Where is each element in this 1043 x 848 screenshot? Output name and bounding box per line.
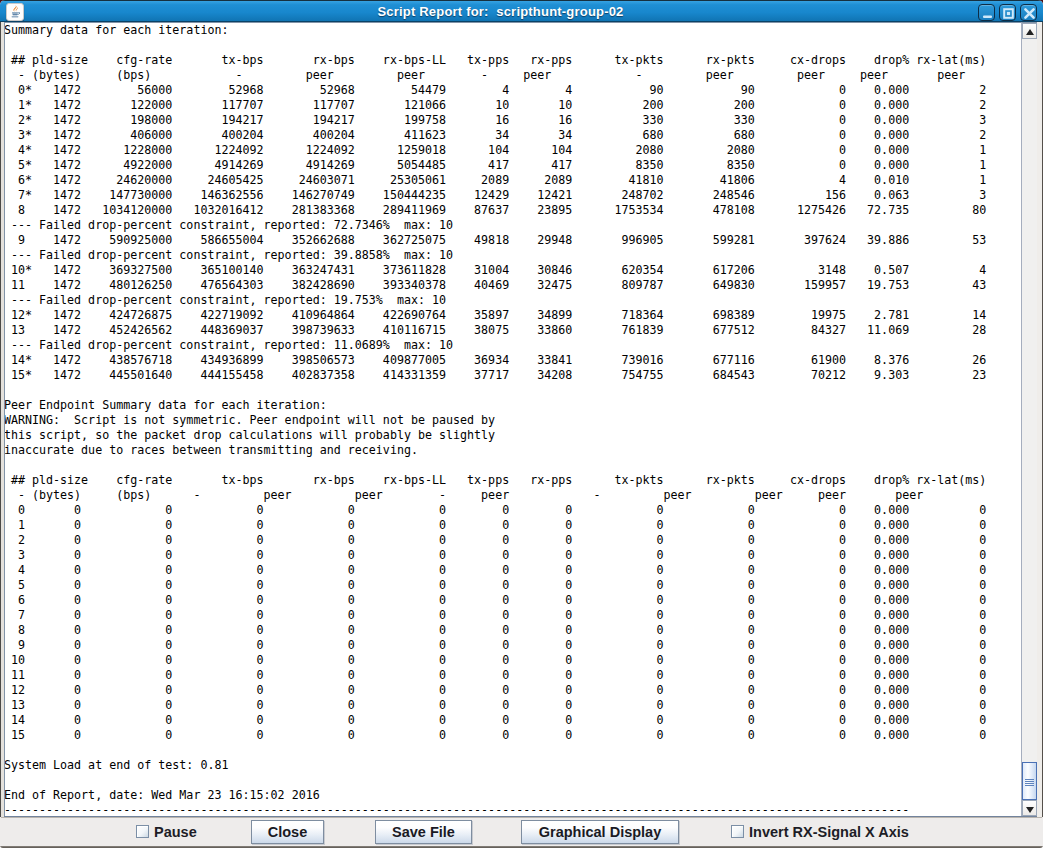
java-coffee-cup-glyph xyxy=(7,4,23,20)
invert-rx-signal-checkbox[interactable] xyxy=(731,825,744,838)
vertical-scrollbar[interactable] xyxy=(1021,22,1037,816)
pause-checkbox[interactable] xyxy=(136,825,149,838)
maximize-button[interactable] xyxy=(999,4,1016,21)
java-application-icon xyxy=(6,3,24,21)
scrollbar-thumb[interactable] xyxy=(1022,762,1037,800)
maximize-icon xyxy=(1001,6,1016,21)
thumb-grip-icon xyxy=(1025,779,1034,780)
invert-rx-signal-label: Invert RX-Signal X Axis xyxy=(749,824,909,840)
save-file-button-label: Save File xyxy=(392,821,455,843)
script-report-window: Script Report for: scripthunt-group-02 S… xyxy=(0,0,1043,848)
report-area: Summary data for each iteration: ## pld-… xyxy=(0,22,1043,817)
window-title: Script Report for: scripthunt-group-02 xyxy=(26,1,975,22)
close-button-label: Close xyxy=(268,821,308,843)
scroll-down-button[interactable] xyxy=(1022,800,1037,816)
scroll-up-button[interactable] xyxy=(1022,23,1037,39)
down-arrow-icon xyxy=(1026,807,1034,813)
close-button[interactable]: Close xyxy=(251,820,324,844)
report-text[interactable]: Summary data for each iteration: ## pld-… xyxy=(4,23,986,816)
minimize-button[interactable] xyxy=(978,4,995,21)
close-icon xyxy=(1022,6,1037,21)
close-window-button[interactable] xyxy=(1020,4,1037,21)
graphical-display-button-label: Graphical Display xyxy=(539,821,662,843)
graphical-display-button[interactable]: Graphical Display xyxy=(521,820,679,844)
minimize-icon xyxy=(980,6,995,21)
window-left-frame-edge xyxy=(0,22,1,817)
report-viewport: Summary data for each iteration: ## pld-… xyxy=(4,22,1021,816)
footer-toolbar: Pause Close Save File Graphical Display … xyxy=(1,817,1042,846)
up-arrow-icon xyxy=(1026,29,1034,35)
save-file-button[interactable]: Save File xyxy=(375,820,472,844)
pause-label: Pause xyxy=(154,824,197,840)
titlebar[interactable]: Script Report for: scripthunt-group-02 xyxy=(0,0,1043,22)
